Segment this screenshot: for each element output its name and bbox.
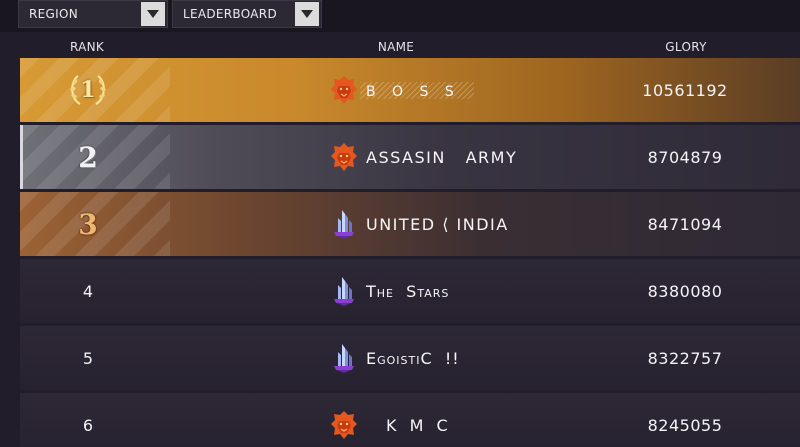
leaderboard-row[interactable]: 1 B O S S 10561192 <box>20 58 800 122</box>
lion-emblem-icon <box>331 411 357 439</box>
gold-laurel-rank-badge-icon: 1 <box>64 70 112 110</box>
glory-score: 8471094 <box>647 214 723 234</box>
team-cell: The Stars <box>330 259 449 323</box>
glory-score: 10561192 <box>642 80 728 100</box>
lion-emblem-icon <box>331 143 357 171</box>
team-cell: K M C <box>330 393 452 447</box>
team-name: UNITED ⟨ INDIA <box>366 214 509 234</box>
chevron-down-icon[interactable] <box>141 2 165 26</box>
team-name: K M C <box>386 415 452 435</box>
crystal-tower-icon <box>334 210 354 239</box>
team-cell: B O S S <box>330 58 474 122</box>
crystal-tower-icon <box>334 344 354 373</box>
glory-score: 8704879 <box>647 147 723 167</box>
crystal-tower-icon <box>334 277 354 306</box>
team-name: ASSASIN ARMY <box>366 147 518 167</box>
leaderboard-dropdown-label: LEADERBOARD <box>183 7 277 21</box>
chevron-down-icon[interactable] <box>295 2 319 26</box>
glory-score: 8322757 <box>647 348 723 368</box>
lion-emblem-icon <box>331 76 357 104</box>
glory-score: 8245055 <box>647 415 723 435</box>
leaderboard-dropdown[interactable]: LEADERBOARD <box>172 0 322 28</box>
rank-number: 6 <box>82 415 94 435</box>
glory-score: 8380080 <box>647 281 723 301</box>
rank-number: 2 <box>78 140 98 174</box>
team-cell: UNITED ⟨ INDIA <box>330 192 509 256</box>
leaderboard-row[interactable]: 3 UNITED ⟨ INDIA 8471094 <box>20 192 800 256</box>
column-header-glory: GLORY <box>665 40 707 54</box>
filter-bar: REGION LEADERBOARD <box>0 0 800 32</box>
team-cell: EgoistiC !! <box>330 326 460 390</box>
leaderboard-row[interactable]: 4 The Stars 8380080 <box>20 259 800 323</box>
bronze-rank-badge-icon: 3 <box>64 204 112 244</box>
silver-rank-badge-icon: 2 <box>64 137 112 177</box>
rank-number: 1 <box>80 77 96 103</box>
leaderboard-row[interactable]: 6 K M C 8245055 <box>20 393 800 447</box>
team-name: EgoistiC !! <box>366 348 460 368</box>
leaderboard-row[interactable]: 2 ASSASIN ARMY 8704879 <box>20 125 800 189</box>
column-header-name: NAME <box>377 40 415 54</box>
region-dropdown[interactable]: REGION <box>18 0 168 28</box>
team-name: The Stars <box>366 281 450 301</box>
leaderboard-row[interactable]: 5 EgoistiC !! 8322757 <box>20 326 800 390</box>
team-cell: ASSASIN ARMY <box>330 125 517 189</box>
column-header-rank: RANK <box>69 40 105 54</box>
rank-number: 3 <box>78 207 98 241</box>
rank-number: 4 <box>82 281 94 301</box>
region-dropdown-label: REGION <box>29 7 78 21</box>
rank-number: 5 <box>82 348 94 368</box>
leaderboard-list: 1 B O S S 10561192 2 ASSASIN ARMY 870487… <box>20 58 800 447</box>
